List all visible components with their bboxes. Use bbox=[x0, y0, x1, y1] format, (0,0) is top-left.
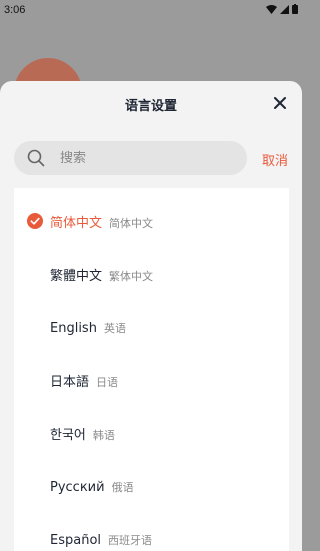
language-item-korean[interactable]: 한국어 韩语 bbox=[14, 407, 289, 460]
language-item-zh-hans[interactable]: 简体中文 简体中文 bbox=[14, 195, 289, 248]
check-icon bbox=[27, 213, 43, 229]
sheet-title: 语言设置 bbox=[124, 99, 177, 114]
language-name: English 英语 bbox=[50, 320, 126, 336]
language-subtitle: 日语 bbox=[96, 376, 119, 389]
language-item-spanish[interactable]: Español 西班牙语 bbox=[14, 513, 289, 551]
language-list: 简体中文 简体中文 繁體中文 繁体中文 English 英语 日本語 日语 한국어 韩语 … bbox=[14, 188, 289, 551]
cancel-button[interactable]: 取消 bbox=[262, 150, 288, 169]
language-subtitle: 英语 bbox=[103, 321, 126, 335]
language-subtitle: 简体中文 bbox=[109, 217, 154, 230]
language-subtitle: 俄语 bbox=[111, 480, 134, 494]
language-subtitle: 繁体中文 bbox=[109, 270, 154, 283]
status-icons bbox=[266, 4, 298, 14]
close-icon bbox=[274, 97, 286, 109]
close-button[interactable] bbox=[272, 95, 288, 111]
battery-icon bbox=[292, 4, 298, 14]
search-icon bbox=[27, 149, 45, 167]
language-item-japanese[interactable]: 日本語 日语 bbox=[14, 354, 289, 407]
language-settings-sheet: 语言设置 取消 简体中文简体中文 繁體中文繁体中文 English英语 日本語日… bbox=[0, 81, 302, 551]
language-name: 日本語 日语 bbox=[50, 375, 119, 390]
language-subtitle: 韩语 bbox=[92, 429, 115, 442]
wifi-icon bbox=[266, 4, 277, 14]
language-name: 한국어 韩语 bbox=[50, 428, 115, 443]
language-name: Русский 俄语 bbox=[50, 479, 134, 495]
language-item-russian[interactable]: Русский 俄语 bbox=[14, 460, 289, 513]
search-input[interactable] bbox=[60, 150, 240, 166]
language-subtitle: 西班牙语 bbox=[108, 533, 153, 547]
language-name: 繁體中文 繁体中文 bbox=[50, 269, 154, 284]
search-box[interactable] bbox=[14, 141, 247, 175]
language-name: 简体中文 简体中文 bbox=[50, 216, 154, 231]
language-item-zh-hant[interactable]: 繁體中文 繁体中文 bbox=[14, 248, 289, 301]
language-name: Español 西班牙语 bbox=[50, 532, 153, 548]
status-bar: 3:06 bbox=[0, 0, 302, 22]
language-item-english[interactable]: English 英语 bbox=[14, 301, 289, 354]
signal-icon bbox=[280, 4, 289, 14]
status-time: 3:06 bbox=[4, 4, 26, 16]
